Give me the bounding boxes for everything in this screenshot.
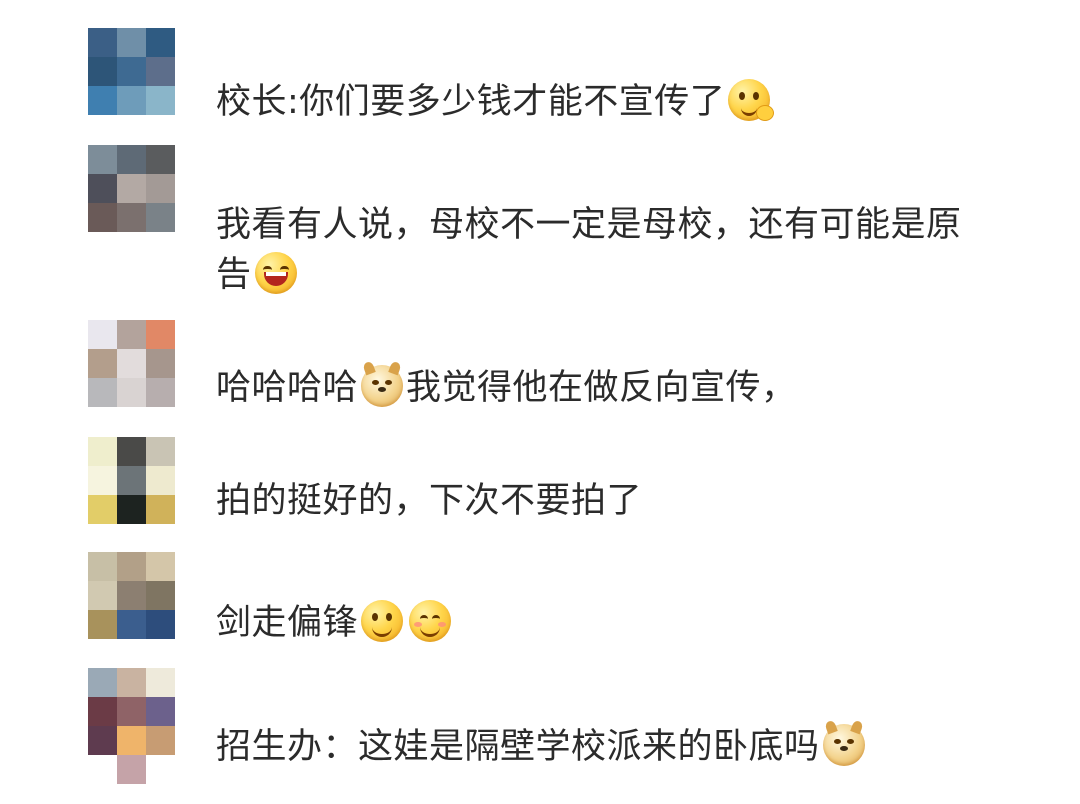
comment-text: 校长:你们要多少钱才能不宣传了 (216, 77, 996, 127)
comment-text-segment: 拍的挺好的，下次不要拍了 (216, 481, 643, 521)
avatar-pixel (117, 495, 146, 524)
avatar[interactable] (88, 320, 175, 407)
avatar-pixel (88, 466, 117, 495)
avatar-pixel (117, 320, 146, 349)
avatar-pixel (88, 320, 117, 349)
avatar-pixel (88, 552, 117, 581)
avatar[interactable] (88, 145, 175, 232)
avatar-pixel (117, 378, 146, 407)
avatar[interactable] (88, 437, 175, 524)
avatar-pixel (146, 203, 175, 232)
comment-text-segment: 校长:你们要多少钱才能不宣传了 (216, 82, 726, 122)
avatar-pixel (117, 145, 146, 174)
avatar-pixel (88, 755, 117, 784)
comment-text-segment: 哈哈哈哈 (216, 368, 359, 408)
avatar-pixel (117, 668, 146, 697)
avatar-pixel (88, 86, 117, 115)
comment-text: 拍的挺好的，下次不要拍了 (216, 476, 996, 526)
avatar-pixel (146, 697, 175, 726)
avatar-pixel (88, 57, 117, 86)
avatar-pixel (117, 57, 146, 86)
avatar-pixel (88, 581, 117, 610)
avatar-pixel (146, 378, 175, 407)
avatar-pixel (117, 610, 146, 639)
avatar-pixel (88, 697, 117, 726)
comment-text: 剑走偏锋 (216, 598, 996, 648)
avatar-pixel (117, 581, 146, 610)
avatar-pixel (146, 581, 175, 610)
avatar-pixel (146, 495, 175, 524)
avatar-pixel (146, 57, 175, 86)
laughing-face-icon (254, 252, 297, 294)
avatar-pixel (117, 174, 146, 203)
avatar-pixel (117, 349, 146, 378)
avatar-pixel (117, 86, 146, 115)
avatar-pixel (146, 668, 175, 697)
avatar-pixel (146, 320, 175, 349)
comment-text-segment: 剑走偏锋 (216, 603, 359, 643)
avatar-pixel (146, 755, 175, 784)
avatar-pixel (88, 349, 117, 378)
avatar-pixel (146, 437, 175, 466)
avatar-pixel (88, 174, 117, 203)
avatar[interactable] (88, 668, 175, 784)
avatar-pixel (88, 203, 117, 232)
avatar-pixel (117, 755, 146, 784)
blushing-face-icon (409, 600, 452, 642)
avatar-pixel (146, 610, 175, 639)
avatar-pixel (117, 697, 146, 726)
avatar-pixel (88, 668, 117, 697)
drooling-face-icon (728, 79, 775, 121)
comment-text: 招生办：这娃是隔壁学校派来的卧底吗 (216, 719, 996, 772)
avatar-pixel (146, 28, 175, 57)
avatar-pixel (88, 726, 117, 755)
avatar-pixel (146, 86, 175, 115)
avatar-pixel (146, 466, 175, 495)
avatar-pixel (88, 28, 117, 57)
avatar-pixel (117, 28, 146, 57)
doge-icon (822, 719, 865, 766)
avatar-pixel (117, 203, 146, 232)
avatar-pixel (117, 726, 146, 755)
avatar-pixel (117, 466, 146, 495)
comment-text-segment: 招生办：这娃是隔壁学校派来的卧底吗 (216, 727, 820, 767)
avatar-pixel (88, 378, 117, 407)
avatar[interactable] (88, 552, 175, 639)
comment-text: 哈哈哈哈 我觉得他在做反向宣传， (216, 360, 996, 413)
avatar-pixel (117, 552, 146, 581)
avatar-pixel (88, 145, 117, 174)
avatar-pixel (146, 174, 175, 203)
comment-text: 我看有人说，母校不一定是母校，还有可能是原告 (216, 200, 996, 300)
avatar-pixel (117, 437, 146, 466)
avatar-pixel (146, 145, 175, 174)
avatar-pixel (146, 726, 175, 755)
comment-text-segment: 我觉得他在做反向宣传， (406, 368, 797, 408)
avatar-pixel (146, 552, 175, 581)
avatar-pixel (88, 495, 117, 524)
avatar[interactable] (88, 28, 175, 115)
comment-text-segment: 我看有人说，母校不一定是母校，还有可能是原告 (216, 205, 962, 295)
avatar-pixel (146, 349, 175, 378)
smiling-face-icon (361, 600, 404, 642)
avatar-pixel (88, 610, 117, 639)
doge-icon (361, 360, 404, 407)
avatar-pixel (88, 437, 117, 466)
